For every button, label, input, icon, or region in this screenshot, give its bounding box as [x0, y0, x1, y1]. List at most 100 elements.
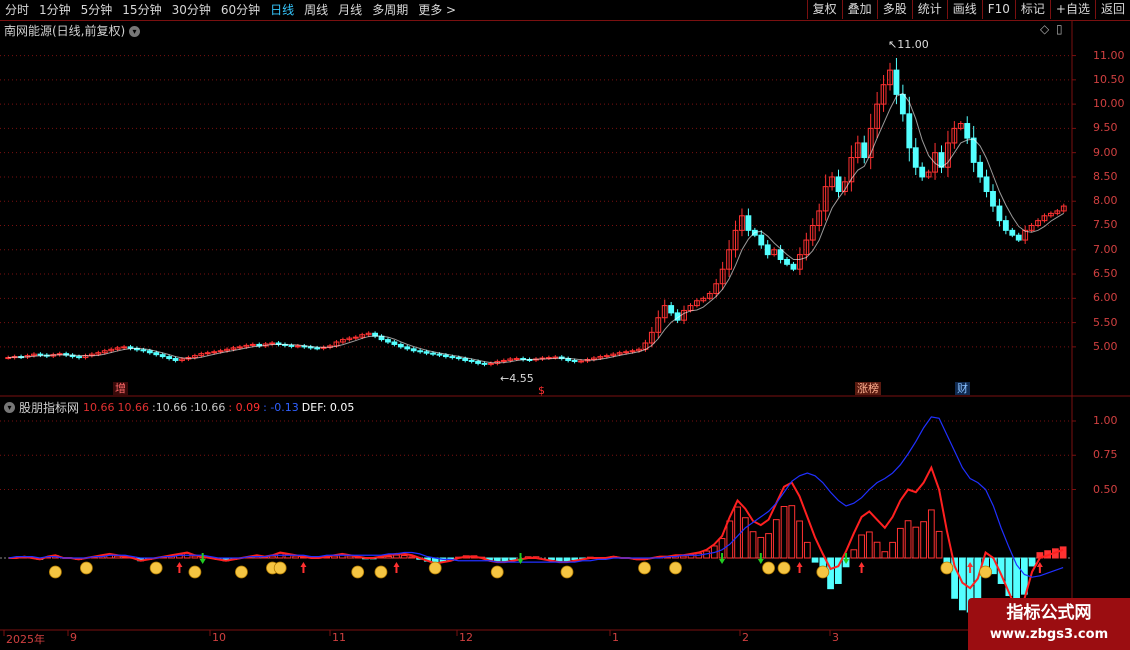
tag-zhangbang[interactable]: 涨榜 — [855, 382, 881, 395]
chart-canvas[interactable] — [0, 21, 1130, 650]
candle-body — [153, 352, 160, 356]
toolbar-button-7[interactable]: +自选 — [1049, 0, 1095, 19]
chevron-down-icon[interactable]: ▾ — [129, 26, 141, 37]
candle-body — [352, 336, 359, 339]
histogram-bar — [858, 534, 865, 559]
smiley-icon — [560, 565, 574, 579]
candle-body — [404, 346, 411, 350]
tag-cai-text: 财 — [957, 382, 968, 395]
candle-body — [668, 305, 675, 314]
tag-zeng[interactable]: 增 — [113, 382, 128, 395]
candle-body — [455, 357, 462, 360]
period-tab-7[interactable]: 周线 — [299, 0, 333, 20]
toolbar-button-6[interactable]: 标记 — [1014, 0, 1050, 19]
smiley-icon — [235, 565, 248, 579]
candle-body — [964, 123, 971, 139]
smiley-icon — [351, 565, 365, 579]
candle-body — [294, 345, 301, 348]
smiley-icon — [188, 565, 202, 579]
y-tick-label: 11.00 — [1093, 48, 1125, 62]
candle-body — [269, 342, 276, 345]
candle-body — [211, 351, 218, 354]
tag-dollar[interactable]: $ — [536, 384, 547, 397]
histogram-bar — [788, 505, 796, 559]
indicator-header: ▾ 股朋指标网 10.66 10.66:10.66:10.66: 0.09: -0… — [4, 399, 354, 416]
y-tick-label: 7.00 — [1093, 242, 1118, 256]
high-label: ↖11.00 — [888, 38, 929, 51]
candle-body — [449, 356, 456, 359]
candle-body — [764, 244, 771, 256]
candle-body — [410, 348, 417, 352]
chevron-down-icon[interactable]: ▾ — [4, 402, 15, 413]
histogram-bar — [509, 557, 517, 561]
candle-body — [159, 354, 166, 358]
smiley-icon — [374, 565, 388, 579]
candle-body — [172, 358, 179, 361]
candle-body — [861, 142, 868, 159]
smiley-icon — [940, 561, 954, 575]
period-tab-4[interactable]: 30分钟 — [167, 0, 216, 20]
candle-body — [430, 352, 436, 355]
period-tab-5[interactable]: 60分钟 — [216, 0, 265, 20]
candle-body — [166, 356, 173, 360]
high-value: 11.00 — [897, 38, 929, 51]
candle-body — [629, 350, 636, 353]
watermark-logo: 指标公式网 www.zbgs3.com — [968, 598, 1130, 650]
histogram-bar — [393, 554, 400, 559]
x-tick-label: 2025年 — [6, 633, 45, 646]
x-tick-label: 9 — [70, 631, 77, 644]
candle-body — [417, 350, 424, 353]
period-tab-2[interactable]: 5分钟 — [76, 0, 118, 20]
candle-body — [970, 137, 977, 163]
candle-body — [758, 234, 765, 246]
toolbar-button-4[interactable]: 画线 — [946, 0, 982, 19]
period-tab-1[interactable]: 1分钟 — [34, 0, 76, 20]
tag-cai[interactable]: 财 — [955, 382, 970, 395]
candle-body — [481, 362, 488, 365]
histogram-bar — [927, 509, 935, 559]
toolbar-button-3[interactable]: 统计 — [911, 0, 947, 19]
smiley-icon — [816, 565, 830, 579]
diamond-icon[interactable]: ◇ — [1040, 22, 1049, 36]
smiley-icon — [669, 561, 682, 575]
candle-body — [500, 359, 507, 362]
up-arrow-icon — [393, 562, 400, 573]
histogram-bar — [385, 555, 393, 559]
indicator-value-5: : -0.13 — [263, 401, 299, 414]
x-tick-label: 2 — [742, 631, 749, 644]
period-tab-3[interactable]: 15分钟 — [117, 0, 166, 20]
tag-zeng-text: 增 — [115, 382, 126, 395]
histogram-bar — [679, 555, 687, 559]
main-chart-title[interactable]: 南网能源(日线,前复权) ▾ — [4, 22, 141, 39]
smiley-icon — [490, 565, 504, 579]
candle-body — [777, 249, 784, 260]
candle-body — [578, 360, 584, 363]
toolbar-button-1[interactable]: 叠加 — [841, 0, 877, 19]
toolbar-button-0[interactable]: 复权 — [806, 0, 842, 19]
histogram-bar — [741, 517, 749, 559]
smiley-icon — [638, 561, 651, 575]
period-tab-9[interactable]: 多周期 — [367, 0, 413, 20]
period-toolbar: 分时 1分钟 5分钟 15分钟 30分钟 60分钟 日线 周线 月线 多周期 更多 > 复权 叠加 多股… — [0, 0, 1130, 21]
histogram-bar — [408, 556, 416, 559]
period-tab-0[interactable]: 分时 — [0, 0, 34, 20]
histogram-bar — [811, 557, 819, 563]
histogram-bar — [873, 541, 881, 559]
period-tab-10[interactable]: 更多 > — [413, 0, 461, 20]
y-tick-label: 10.00 — [1093, 97, 1125, 111]
y-tick-label: 9.00 — [1093, 145, 1118, 159]
window-toggle-icon[interactable]: ▯ — [1056, 22, 1063, 36]
period-tab-6[interactable]: 日线 — [265, 0, 299, 20]
stock-title: 南网能源(日线,前复权) — [4, 24, 126, 38]
candle-body — [217, 350, 224, 353]
candle-body — [37, 353, 44, 356]
histogram-bar — [912, 526, 920, 559]
candle-body — [146, 350, 153, 354]
toolbar-button-5[interactable]: F10 — [981, 0, 1015, 19]
y-tick-label: 8.50 — [1093, 169, 1118, 183]
up-arrow-icon — [300, 562, 307, 573]
period-tab-8[interactable]: 月线 — [333, 0, 367, 20]
toolbar-button-2[interactable]: 多股 — [876, 0, 912, 19]
toolbar-button-8[interactable]: 返回 — [1094, 0, 1130, 19]
candle-body — [977, 161, 984, 178]
